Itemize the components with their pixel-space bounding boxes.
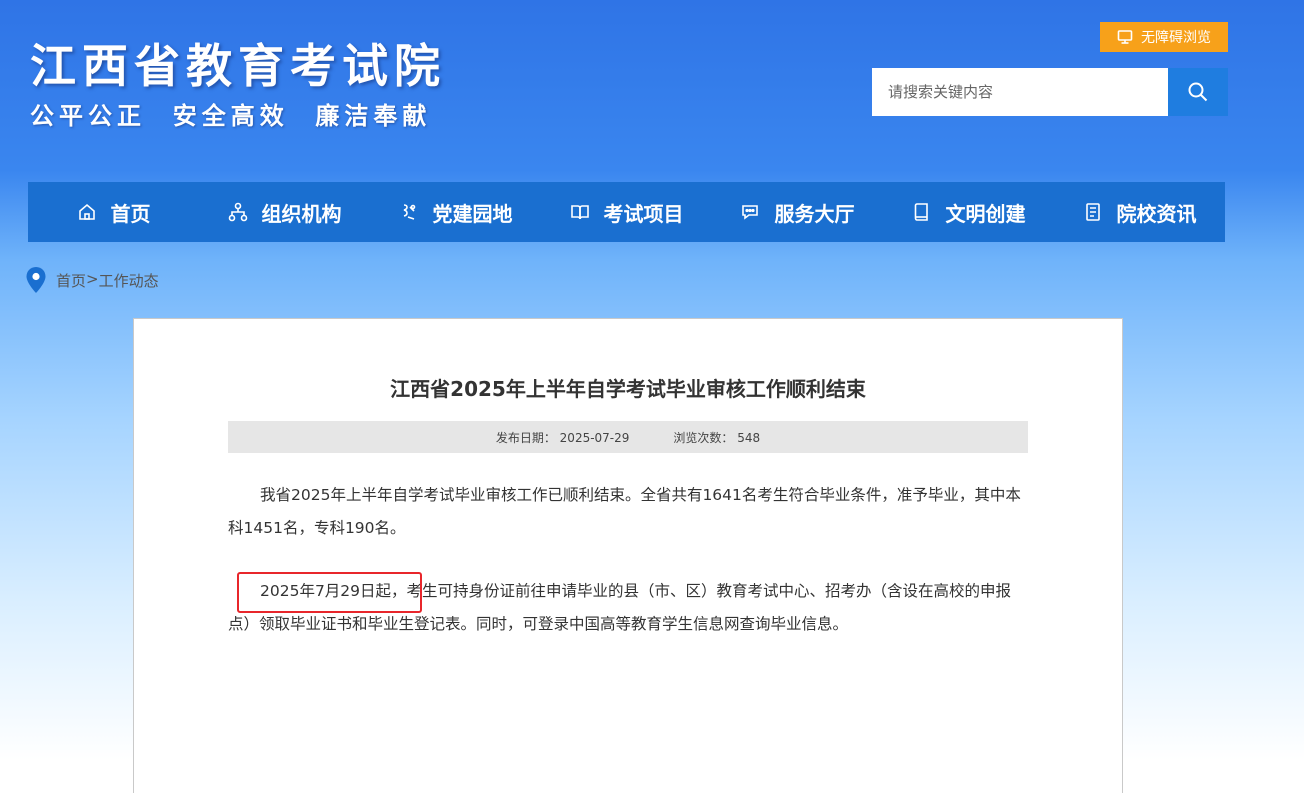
view-count-label: 浏览次数： — [673, 430, 734, 445]
main-nav: 首页 组织机构 党建园地 考试项目 服务大厅 文明创建 院校资讯 — [28, 182, 1225, 242]
publish-date: 发布日期： 2025-07-29 — [496, 429, 630, 446]
org-chart-icon — [228, 202, 247, 222]
accessibility-label: 无障碍浏览 — [1141, 30, 1211, 46]
nav-label: 服务大厅 — [774, 201, 855, 226]
book-open-icon — [570, 205, 589, 220]
breadcrumb-home[interactable]: 首页 — [56, 270, 86, 291]
nav-item-exams[interactable]: 考试项目 — [541, 182, 712, 242]
nav-item-civilization[interactable]: 文明创建 — [883, 182, 1054, 242]
view-count: 浏览次数： 548 — [673, 429, 760, 446]
book-icon — [914, 203, 928, 221]
search-input[interactable] — [872, 68, 1168, 116]
breadcrumb-current[interactable]: 工作动态 — [99, 270, 159, 291]
article-body: 我省2025年上半年自学考试毕业审核工作已顺利结束。全省共有1641名考生符合毕… — [228, 479, 1030, 671]
site-title: 江西省教育考试院 — [30, 39, 446, 93]
breadcrumb: 首页 > 工作动态 — [26, 266, 159, 294]
nav-item-service[interactable]: 服务大厅 — [712, 182, 883, 242]
article-paragraph: 2025年7月29日起，考生可持身份证前往申请毕业的县（市、区）教育考试中心、招… — [228, 575, 1030, 641]
chat-icon — [741, 205, 758, 220]
highlighted-date: 2025年7月29日起， — [260, 582, 407, 600]
site-header: 江西省教育考试院 公平公正 安全高效 廉洁奉献 无障碍浏览 — [0, 0, 1304, 180]
nav-item-college-news[interactable]: 院校资讯 — [1054, 182, 1225, 242]
article-title: 江西省2025年上半年自学考试毕业审核工作顺利结束 — [390, 377, 866, 401]
nav-label: 考试项目 — [603, 201, 684, 226]
accessibility-button[interactable]: 无障碍浏览 — [1100, 22, 1228, 52]
search-button[interactable] — [1168, 68, 1228, 116]
site-slogan: 公平公正 安全高效 廉洁奉献 — [30, 102, 432, 130]
publish-date-label: 发布日期： — [495, 430, 556, 445]
home-icon — [78, 203, 95, 220]
article-meta: 发布日期： 2025-07-29 浏览次数： 548 — [228, 421, 1028, 453]
nav-label: 组织机构 — [261, 201, 342, 226]
document-icon — [1085, 203, 1100, 221]
article-panel: 江西省2025年上半年自学考试毕业审核工作顺利结束 发布日期： 2025-07-… — [133, 318, 1123, 793]
party-icon — [403, 204, 415, 220]
breadcrumb-separator: > — [86, 269, 99, 288]
nav-item-party[interactable]: 党建园地 — [370, 182, 541, 242]
location-pin-icon — [26, 267, 46, 293]
search-box — [872, 68, 1228, 116]
publish-date-value: 2025-07-29 — [559, 430, 630, 445]
search-icon — [1188, 82, 1208, 102]
view-count-value: 548 — [737, 430, 761, 445]
nav-label: 首页 — [110, 201, 151, 226]
nav-label: 院校资讯 — [1116, 201, 1197, 226]
article-paragraph: 我省2025年上半年自学考试毕业审核工作已顺利结束。全省共有1641名考生符合毕… — [228, 486, 1021, 537]
nav-item-organization[interactable]: 组织机构 — [199, 182, 370, 242]
nav-item-home[interactable]: 首页 — [28, 182, 199, 242]
monitor-icon — [1117, 30, 1133, 44]
nav-label: 党建园地 — [432, 201, 513, 226]
nav-label: 文明创建 — [945, 201, 1026, 226]
